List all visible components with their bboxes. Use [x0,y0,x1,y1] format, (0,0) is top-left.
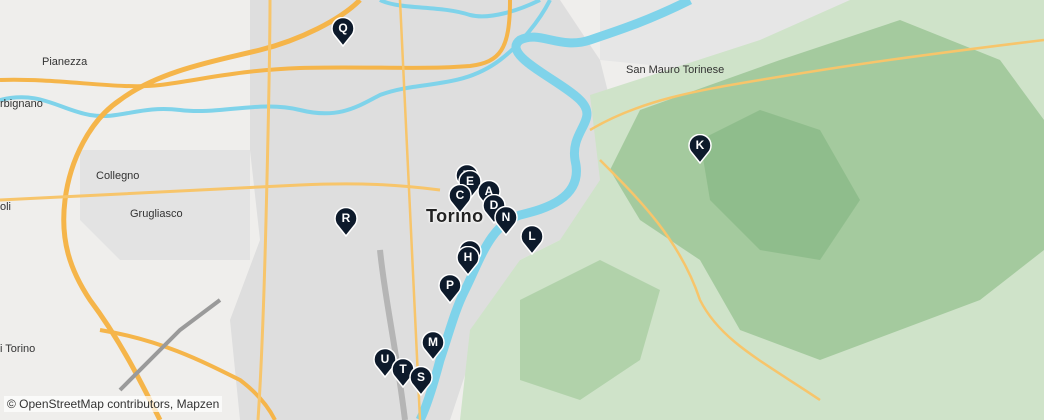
marker-label: N [501,210,511,224]
map-marker-c[interactable]: C [448,184,472,214]
map-marker-k[interactable]: K [688,134,712,164]
place-collegno: Collegno [96,170,140,182]
map-marker-p[interactable]: P [438,274,462,304]
marker-label: Q [338,21,348,35]
marker-label: R [341,211,351,225]
place-rbignano: rbignano [0,98,43,110]
map-marker-q[interactable]: Q [331,17,355,47]
marker-label: C [455,188,465,202]
map-marker-m[interactable]: M [421,331,445,361]
place-san-mauro-torinese: San Mauro Torinese [626,64,725,76]
marker-label: L [528,229,536,243]
marker-label: P [445,278,454,292]
place-rivoli: oli [0,201,12,213]
map-attribution[interactable]: © OpenStreetMap contributors, Mapzen [4,396,223,412]
place-nichelino: i Torino [0,343,36,355]
suburb-area [80,150,250,260]
place-grugliasco: Grugliasco [130,208,183,220]
map-view[interactable]: Pianezza rbignano Collegno Grugliasco ol… [0,0,1044,420]
map-marker-n[interactable]: N [494,206,518,236]
map-marker-s[interactable]: S [409,366,433,396]
marker-label: S [416,370,425,384]
map-marker-h[interactable]: H [456,246,480,276]
marker-label: H [463,250,473,264]
place-pianezza: Pianezza [42,56,88,68]
map-marker-r[interactable]: R [334,207,358,237]
marker-label: K [695,138,705,152]
map-marker-l[interactable]: L [520,225,544,255]
marker-label: M [428,335,438,349]
